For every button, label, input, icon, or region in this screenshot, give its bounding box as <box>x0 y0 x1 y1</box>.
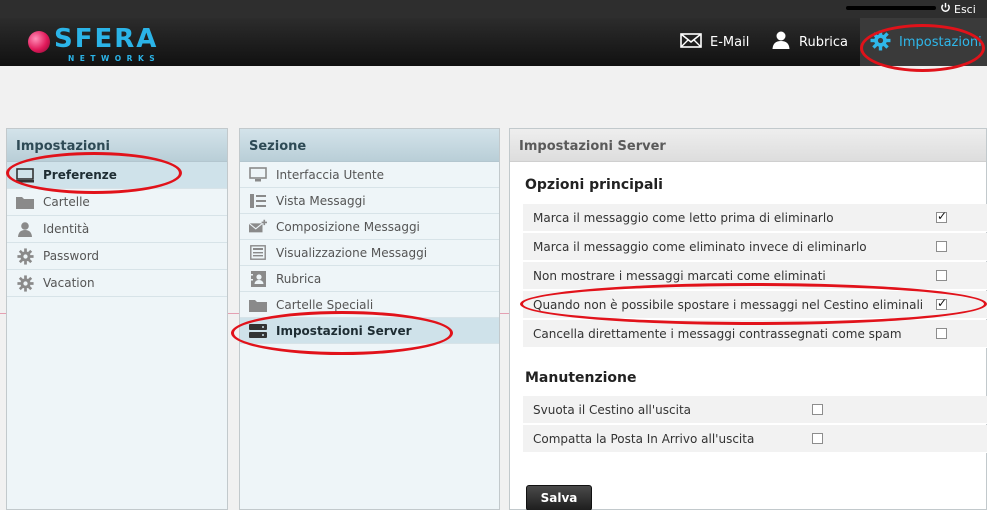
option-label: Cancella direttamente i messaggi contras… <box>533 326 902 341</box>
section-item-cartelle-speciali[interactable]: Cartelle Speciali <box>240 292 499 318</box>
settings-item-identita[interactable]: Identità <box>7 216 227 243</box>
option-row: Svuota il Cestino all'uscita <box>523 396 987 424</box>
gear-icon <box>16 274 34 292</box>
section-item-visualizzazione-messaggi[interactable]: Visualizzazione Messaggi <box>240 240 499 266</box>
section-item-label: Vista Messaggi <box>276 193 366 208</box>
settings-item-label: Cartelle <box>43 195 90 209</box>
brand-tagline: NETWORKS <box>68 54 161 63</box>
section-item-rubrica[interactable]: Rubrica <box>240 266 499 292</box>
message-view-icon <box>249 245 267 261</box>
compose-icon <box>249 219 267 235</box>
section-item-interfaccia-utente[interactable]: Interfaccia Utente <box>240 162 499 188</box>
main-options-heading: Opzioni principali <box>525 177 663 193</box>
option-label: Marca il messaggio come eliminato invece… <box>533 239 867 254</box>
section-item-label: Impostazioni Server <box>276 323 412 338</box>
option-row: Marca il messaggio come eliminato invece… <box>523 233 987 261</box>
settings-item-vacation[interactable]: Vacation <box>7 270 227 297</box>
section-item-impostazioni-server[interactable]: Impostazioni Server <box>240 318 499 344</box>
option-checkbox[interactable] <box>812 404 823 415</box>
settings-item-label: Preferenze <box>43 168 117 182</box>
settings-item-label: Vacation <box>43 276 95 290</box>
address-book-icon <box>249 270 267 287</box>
app-header: SFERA NETWORKS E-Mail Rubrica Impostazio… <box>0 18 987 66</box>
nav-settings[interactable]: Impostazioni <box>860 18 987 66</box>
logout-label: Esci <box>954 2 976 16</box>
maintenance-heading: Manutenzione <box>525 370 637 386</box>
person-icon <box>771 30 799 54</box>
power-icon <box>940 2 951 16</box>
nav-email-label: E-Mail <box>710 34 750 50</box>
option-label: Non mostrare i messaggi marcati come eli… <box>533 268 826 283</box>
settings-item-preferenze[interactable]: Preferenze <box>7 162 227 189</box>
option-checkbox[interactable] <box>936 296 947 310</box>
option-label: Compatta la Posta In Arrivo all'uscita <box>533 431 755 446</box>
settings-item-label: Password <box>43 249 100 263</box>
username-redacted <box>846 6 936 10</box>
option-checkbox[interactable] <box>936 241 947 252</box>
server-settings-panel: Impostazioni Server Opzioni principali M… <box>509 128 987 510</box>
brand-logo: SFERA NETWORKS <box>28 24 188 63</box>
section-item-label: Visualizzazione Messaggi <box>276 245 428 260</box>
option-row: Compatta la Posta In Arrivo all'uscita <box>523 425 987 453</box>
brand-name: SFERA <box>54 24 159 54</box>
server-settings-title: Impostazioni Server <box>510 129 986 162</box>
monitor-icon <box>249 167 267 183</box>
section-item-label: Composizione Messaggi <box>276 219 420 234</box>
settings-item-label: Identità <box>43 222 90 236</box>
server-icon <box>249 323 267 339</box>
option-label: Quando non è possibile spostare i messag… <box>533 297 924 312</box>
section-item-label: Cartelle Speciali <box>276 297 374 312</box>
section-panel-title: Sezione <box>240 129 499 162</box>
monitor-icon <box>16 167 34 183</box>
section-panel: Sezione Interfaccia Utente Vista Messagg… <box>239 128 500 510</box>
nav-contacts-label: Rubrica <box>799 34 849 50</box>
option-row: Non mostrare i messaggi marcati come eli… <box>523 262 987 290</box>
top-strip: Esci <box>0 0 987 18</box>
option-checkbox[interactable] <box>812 433 823 444</box>
settings-panel-title: Impostazioni <box>7 129 227 162</box>
option-checkbox[interactable] <box>936 270 947 281</box>
option-row: Marca il messaggio come letto prima di e… <box>523 204 987 232</box>
option-row: Cancella direttamente i messaggi contras… <box>523 320 987 348</box>
option-row: Quando non è possibile spostare i messag… <box>523 291 987 319</box>
settings-panel: Impostazioni Preferenze Cartelle Identit… <box>6 128 228 510</box>
gear-icon <box>16 247 34 265</box>
option-checkbox[interactable] <box>936 328 947 339</box>
folder-icon <box>249 297 267 313</box>
section-item-vista-messaggi[interactable]: Vista Messaggi <box>240 188 499 214</box>
option-label: Svuota il Cestino all'uscita <box>533 402 692 417</box>
nav-email[interactable]: E-Mail <box>680 18 749 66</box>
settings-item-password[interactable]: Password <box>7 243 227 270</box>
section-item-composizione-messaggi[interactable]: Composizione Messaggi <box>240 214 499 240</box>
person-icon <box>16 221 34 237</box>
list-view-icon <box>249 193 267 209</box>
folder-icon <box>16 194 34 210</box>
section-item-label: Interfaccia Utente <box>276 167 385 182</box>
save-button[interactable]: Salva <box>526 485 592 510</box>
logout-button[interactable]: Esci <box>940 2 976 16</box>
logo-sphere-icon <box>28 31 50 53</box>
envelope-icon <box>680 32 710 52</box>
nav-contacts[interactable]: Rubrica <box>771 18 848 66</box>
nav-settings-label: Impostazioni <box>899 34 982 50</box>
option-checkbox[interactable] <box>936 209 947 223</box>
gear-icon <box>870 30 899 55</box>
settings-item-cartelle[interactable]: Cartelle <box>7 189 227 216</box>
section-item-label: Rubrica <box>276 271 322 286</box>
option-label: Marca il messaggio come letto prima di e… <box>533 210 834 225</box>
